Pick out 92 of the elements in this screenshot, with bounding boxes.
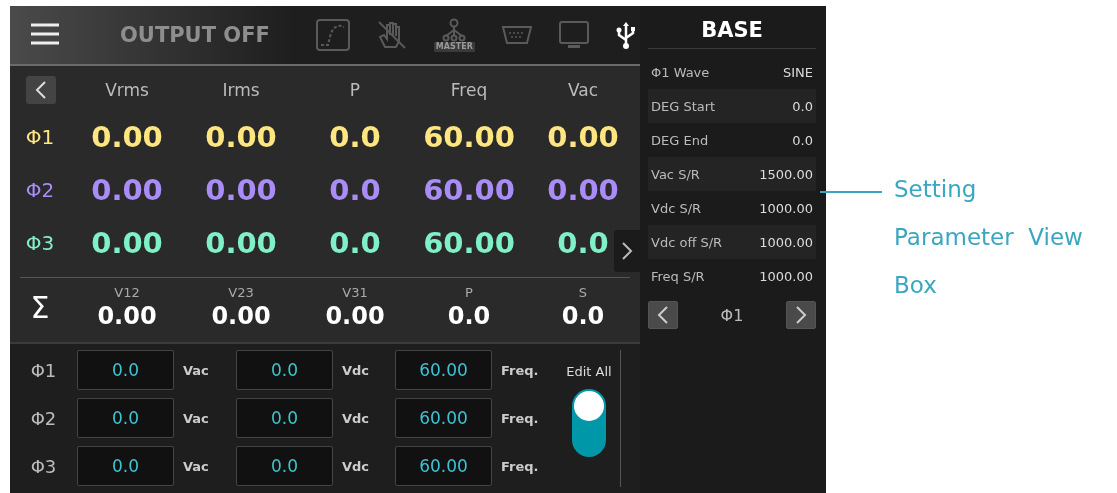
master-label: MASTER [433,42,475,52]
measurement-value: 0.00 [91,172,163,207]
parameter-value: 1000.00 [759,200,813,216]
phase-label: Φ1 [24,124,56,149]
column-header: Freq [449,80,489,100]
total-label: V23 [228,284,254,300]
menu-button[interactable] [30,22,60,48]
parameter-label: Vdc S/R [651,200,702,216]
input-field[interactable]: 0.0 [77,398,174,438]
next-phase-button[interactable] [786,301,816,329]
total-value: 0.00 [325,301,385,330]
annotation-text: Setting Parameter View Box [894,175,1083,300]
measurement-value: 0.00 [91,119,163,154]
phase-label: Φ1 [720,305,744,325]
measurement-value: 0.00 [547,119,619,154]
total-label: S [578,284,588,300]
parameter-label: DEG Start [651,98,716,114]
input-field[interactable]: 0.0 [236,398,333,438]
back-button[interactable] [26,76,56,104]
previous-phase-button[interactable] [648,301,678,329]
measurement-value: 0.00 [205,172,277,207]
waveform-icon[interactable] [315,19,350,51]
measurement-value: 0.00 [547,172,619,207]
unit-label: Freq. [500,362,540,378]
parameter-label: DEG End [651,132,709,148]
column-header: Irms [221,80,261,100]
total-label: V12 [114,284,140,300]
total-label: P [465,284,473,300]
input-field[interactable]: 60.00 [395,398,492,438]
measurement-value: 0.0 [329,172,381,207]
usb-icon[interactable] [614,20,637,50]
unit-label: Vac [182,410,210,426]
column-header: Vac [566,80,600,100]
total-label: V31 [342,284,368,300]
phase-label: Φ2 [24,177,56,202]
measurement-value: 60.00 [423,172,515,207]
parameter-label: Freq S/R [651,268,705,284]
measurement-value: 0.00 [205,119,277,154]
input-field[interactable]: 60.00 [395,350,492,390]
input-field[interactable]: 0.0 [77,446,174,486]
measurement-value: 0.0 [329,119,381,154]
total-value: 0.0 [447,301,491,330]
unit-label: Vac [182,362,210,378]
measurement-value: 0.00 [205,225,277,260]
parameter-value: 0.0 [792,132,813,148]
output-status: OUTPUT OFF [120,23,270,47]
total-value: 0.00 [211,301,271,330]
next-button[interactable] [614,230,640,272]
chevron-left-icon [35,80,47,100]
parameter-value: 1000.00 [759,268,813,284]
input-field[interactable]: 0.0 [77,350,174,390]
parameter-label: Φ1 Wave [651,64,710,80]
input-field[interactable]: 0.0 [236,350,333,390]
monitor-icon[interactable] [558,21,589,49]
parameter-value: 1000.00 [759,234,813,250]
measurement-value: 60.00 [423,225,515,260]
input-field[interactable]: 0.0 [236,446,333,486]
measurement-value: 0.0 [557,225,609,260]
input-field[interactable]: 60.00 [395,446,492,486]
menu-icon [30,22,60,45]
parameter-value: 0.0 [792,98,813,114]
hand-icon[interactable] [375,19,408,51]
measurement-value: 60.00 [423,119,515,154]
parameter-value: SINE [782,64,813,80]
phase-label: Φ1 [29,359,58,381]
measurement-value: 0.0 [329,225,381,260]
phase-label: Φ3 [29,455,58,477]
parameter-value: 1500.00 [759,166,813,182]
total-value: 0.00 [97,301,157,330]
unit-label: Vdc [341,362,371,378]
measurement-value: 0.00 [91,225,163,260]
column-header: P [348,80,362,100]
chevron-left-icon [657,305,669,325]
unit-label: Vdc [341,458,371,474]
unit-label: Freq. [500,458,540,474]
parameter-label: Vac S/R [651,166,700,182]
parameter-label: Vdc off S/R [651,234,723,250]
column-header: Vrms [104,80,150,100]
phase-label: Φ3 [24,230,56,255]
panel-title: BASE [648,14,816,49]
chevron-right-icon [621,241,633,261]
chevron-right-icon [795,305,807,325]
phase-label: Φ2 [29,407,58,429]
network-icon[interactable] [441,18,468,42]
toggle-switch[interactable] [572,389,606,457]
unit-label: Vac [182,458,210,474]
unit-label: Vdc [341,410,371,426]
sum-symbol: Σ [29,289,51,325]
edit-all-label: Edit All [566,364,612,379]
total-value: 0.0 [561,301,605,330]
unit-label: Freq. [500,410,540,426]
serial-port-icon[interactable] [500,25,533,45]
